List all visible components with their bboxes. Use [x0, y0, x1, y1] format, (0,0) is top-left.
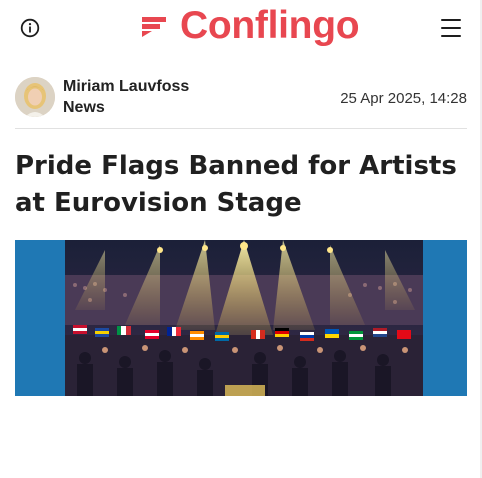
- concert-illustration: [65, 240, 423, 396]
- divider: [15, 128, 467, 129]
- brand-flag-icon: [142, 17, 166, 37]
- author-row: Miriam Lauvfoss News 25 Apr 2025, 14:28: [15, 77, 467, 119]
- hamburger-menu-icon[interactable]: [441, 19, 461, 37]
- section-label[interactable]: News: [63, 99, 105, 117]
- hero-image[interactable]: [15, 240, 467, 396]
- author-name[interactable]: Miriam Lauvfoss: [63, 78, 189, 96]
- avatar[interactable]: [15, 77, 55, 117]
- top-bar: Conflingo: [0, 0, 482, 56]
- brand-name: Conflingo: [180, 4, 360, 47]
- article-title: Pride Flags Banned for Artists at Eurovi…: [15, 151, 457, 218]
- publish-timestamp: 25 Apr 2025, 14:28: [340, 90, 467, 107]
- info-icon[interactable]: [20, 18, 40, 38]
- brand-logo[interactable]: Conflingo: [140, 4, 360, 47]
